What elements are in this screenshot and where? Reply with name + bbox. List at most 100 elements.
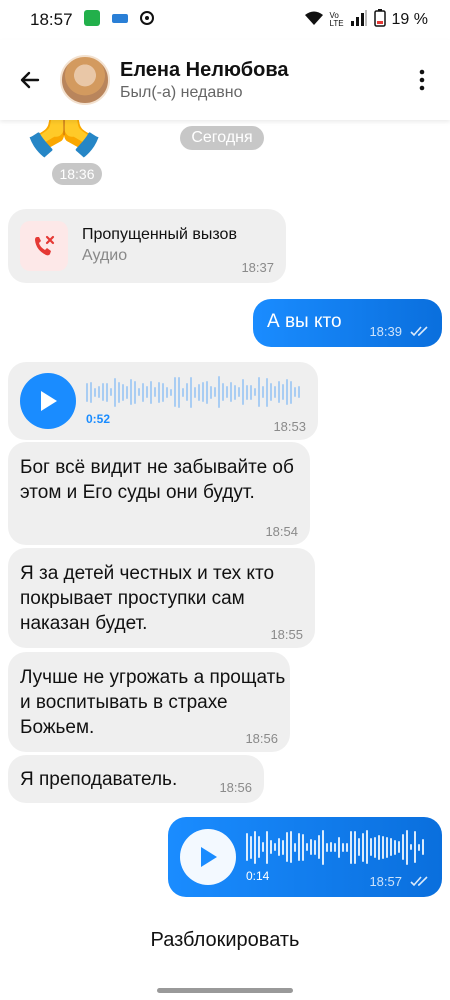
missed-call-type: Аудио — [82, 247, 128, 264]
waveform-bar — [370, 838, 372, 856]
waveform-bar — [242, 379, 244, 405]
waveform-bar — [290, 831, 292, 863]
message-time: 18:39 — [369, 324, 402, 339]
waveform-bar — [358, 838, 360, 856]
waveform-bar — [214, 387, 216, 397]
waveform-bar — [274, 386, 276, 398]
waveform-bar — [158, 381, 160, 403]
waveform-bar — [342, 842, 344, 852]
waveform-bar — [250, 384, 252, 400]
waveform-bar — [350, 830, 352, 864]
waveform-bar — [346, 842, 348, 852]
waveform-bar — [90, 381, 92, 403]
waveform-bar — [310, 839, 312, 855]
contact-info[interactable]: Елена Нелюбова Был(-а) недавно — [120, 59, 288, 102]
waveform-bar — [334, 842, 336, 852]
message-list[interactable]: 🙏 18:36 Сегодня Пропущенный вызов Аудио … — [0, 120, 450, 920]
status-right: Vo LTE 19 % — [304, 8, 428, 32]
battery-percent: 19 % — [391, 11, 428, 28]
emoji-message[interactable]: 🙏 — [18, 120, 108, 160]
message-bubble-in[interactable]: Я преподаватель. 18:56 — [8, 755, 264, 803]
message-bubble-in[interactable]: Лучше не угрожать а прощать и воспитыват… — [8, 652, 290, 752]
missed-call-bubble[interactable]: Пропущенный вызов Аудио 18:37 — [8, 209, 286, 283]
waveform-bar — [278, 381, 280, 403]
more-options-button[interactable] — [394, 40, 450, 120]
message-text: Лучше не угрожать а прощать и воспитыват… — [20, 667, 286, 738]
contact-avatar[interactable] — [60, 55, 110, 105]
voice-time: 18:53 — [273, 419, 306, 434]
home-indicator[interactable] — [157, 988, 293, 993]
waveform-bar — [258, 377, 260, 407]
waveform-bar — [178, 376, 180, 408]
waveform-bar — [286, 832, 288, 862]
record-icon — [139, 10, 155, 31]
waveform-bar — [86, 382, 88, 402]
waveform-bar — [394, 839, 396, 855]
waveform-bar — [218, 376, 220, 408]
waveform-bar — [210, 385, 212, 399]
message-time: 18:55 — [270, 627, 303, 642]
waveform-bar — [154, 387, 156, 397]
missed-call-time: 18:37 — [241, 260, 274, 275]
praying-hands-emoji: 🙏 — [18, 120, 108, 154]
back-button[interactable] — [0, 40, 60, 120]
message-text: Я преподаватель. — [20, 769, 178, 790]
unblock-button[interactable]: Разблокировать — [0, 920, 450, 960]
waveform-bar — [322, 829, 324, 865]
waveform-bar — [326, 842, 328, 852]
waveform-bar — [246, 384, 248, 400]
message-text: А вы кто — [267, 311, 342, 332]
waveform-bar — [366, 830, 368, 864]
voice-message-in[interactable]: 0:52 18:53 — [8, 362, 318, 440]
waveform-bar — [194, 386, 196, 398]
waveform-bar — [114, 377, 116, 407]
wifi-icon — [304, 10, 324, 31]
waveform-bar — [106, 382, 108, 402]
voice-duration: 0:14 — [246, 869, 270, 883]
waveform-bar — [142, 382, 144, 402]
waveform-bar — [262, 386, 264, 398]
waveform-bar — [258, 836, 260, 858]
voice-message-out[interactable]: 0:14 18:57 — [168, 817, 442, 897]
message-text: Бог всё видит не забывайте об этом и Его… — [20, 457, 294, 503]
waveform-bar — [270, 840, 272, 854]
message-bubble-in[interactable]: Я за детей честных и тех кто покрывает п… — [8, 548, 315, 648]
chat-header: Елена Нелюбова Был(-а) недавно — [0, 40, 450, 120]
waveform-bar — [354, 830, 356, 864]
double-check-icon — [410, 876, 428, 887]
waveform-bar — [294, 842, 296, 852]
waveform-bar — [282, 384, 284, 400]
waveform-bar — [266, 830, 268, 864]
waveform-bar — [134, 380, 136, 404]
play-button[interactable] — [180, 829, 236, 885]
waveform-bar — [374, 836, 376, 858]
message-time: 18:56 — [245, 731, 278, 746]
waveform-bar — [198, 383, 200, 401]
battery-icon — [373, 8, 386, 32]
waveform-bar — [250, 835, 252, 859]
waveform-bar — [402, 834, 404, 860]
waveform-bar — [298, 386, 300, 398]
message-time: 18:56 — [219, 780, 252, 795]
waveform[interactable] — [86, 376, 300, 408]
waveform-bar — [294, 387, 296, 397]
voice-duration: 0:52 — [86, 412, 111, 426]
waveform-bar — [230, 382, 232, 402]
waveform-bar — [338, 836, 340, 858]
waveform-bar — [418, 843, 420, 851]
waveform-bar — [186, 383, 188, 401]
status-bar: 18:57 Vo LTE 19 % — [0, 0, 450, 40]
waveform-bar — [234, 384, 236, 400]
signal-icon — [350, 9, 368, 31]
network-type: Vo LTE — [329, 11, 344, 28]
waveform-bar — [122, 383, 124, 401]
waveform-bar — [282, 839, 284, 855]
last-seen: Был(-а) недавно — [120, 83, 243, 101]
waveform-bar — [150, 380, 152, 404]
message-time: 18:54 — [265, 524, 298, 539]
waveform-bar — [262, 842, 264, 852]
waveform[interactable] — [246, 829, 424, 865]
message-bubble-out[interactable]: А вы кто 18:39 — [253, 299, 442, 347]
play-button[interactable] — [20, 373, 76, 429]
message-bubble-in[interactable]: Бог всё видит не забывайте об этом и Его… — [8, 442, 310, 545]
